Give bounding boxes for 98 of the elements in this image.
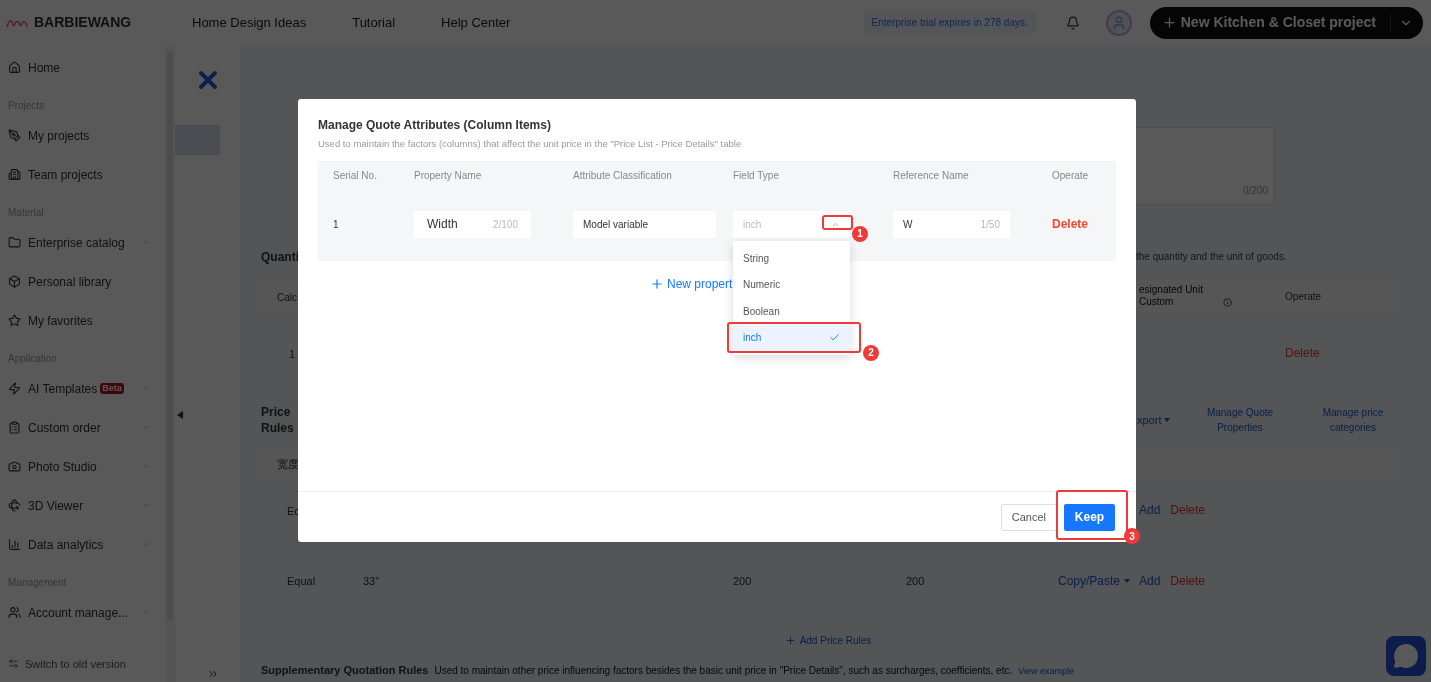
plus-icon <box>1161 15 1177 30</box>
section-description: Used to maintain other price influencing factors besides the basic unit price in "Price Details", such as surcharges, coefficients, etc. <box>434 664 1013 678</box>
sidebar-item[interactable]: AI Templates Beta <box>8 369 151 408</box>
dialog-title: Manage Quote Attributes (Column Items) <box>318 117 552 134</box>
table-cell-text: Equal <box>287 573 317 589</box>
nav-link[interactable]: Home Design Ideas <box>192 12 307 33</box>
dropdown-option[interactable]: Numeric <box>733 271 850 298</box>
swap-arrows-icon <box>8 658 19 670</box>
folder-icon <box>8 236 21 249</box>
table-cell: 1 <box>289 348 296 360</box>
sidebar-item[interactable]: Photo Studio <box>8 447 151 486</box>
step-number-badge: 2 <box>863 344 879 361</box>
sidebar-item[interactable]: Account manage... <box>8 593 151 632</box>
cross-logo-icon <box>197 70 218 90</box>
check-icon <box>829 332 840 343</box>
new-property-link[interactable]: New propert <box>667 274 733 293</box>
manage-quote-properties-link[interactable]: Manage Quote Properties <box>1195 405 1285 435</box>
column-header: Calc <box>277 292 297 303</box>
section-title: Supplementary Quotation Rules <box>261 662 429 678</box>
switch-version-link[interactable]: Switch to old version <box>8 655 151 672</box>
dropdown-option[interactable]: String <box>733 244 850 272</box>
caret-down-icon[interactable] <box>1164 418 1171 422</box>
reference-name-field[interactable]: W 1/50 <box>893 210 1010 238</box>
sidebar-item[interactable]: My projects <box>8 116 151 155</box>
clipboard-icon <box>8 421 21 434</box>
chat-icon[interactable] <box>1386 636 1426 676</box>
sidebar-item[interactable]: Personal library <box>8 262 151 301</box>
view-example-link[interactable]: View example <box>1018 664 1075 678</box>
star-icon <box>8 314 21 327</box>
annotation-box <box>1056 490 1128 540</box>
delete-link[interactable]: Delete <box>1170 501 1206 519</box>
sidebar-item[interactable]: Home <box>8 48 151 87</box>
section-title: Quanti <box>261 250 299 264</box>
column-header: Serial No. <box>333 168 378 183</box>
delete-link[interactable]: Delete <box>1285 344 1320 362</box>
cube-icon <box>8 275 21 288</box>
sidebar-item[interactable]: 3D Viewer <box>8 486 151 525</box>
classification-select[interactable]: Model variable <box>573 210 716 238</box>
trial-notice[interactable]: Enterprise trial expires in 278 days. <box>863 11 1036 34</box>
property-name-field[interactable]: Width 2/100 <box>414 210 531 238</box>
new-project-button[interactable]: New Kitchen & Closet project <box>1149 6 1423 39</box>
bar-chart-icon <box>8 538 21 551</box>
dropdown-option[interactable]: inch <box>733 324 850 351</box>
column-header: Field Type <box>733 168 780 183</box>
notification-bell-icon[interactable] <box>1065 15 1080 30</box>
brand-name: BARBIEWANG <box>34 13 133 32</box>
step-number-badge: 3 <box>1124 528 1140 544</box>
sidebar-item[interactable]: Team projects <box>8 155 151 194</box>
add-price-rules-link[interactable]: Add Price Rules <box>799 632 872 648</box>
field-type-select[interactable]: inch <box>733 210 850 238</box>
dialog-subtitle: Used to maintain the factors (columns) that affect the unit price in the "Price List - Price Details" table <box>318 137 743 151</box>
export-link[interactable]: xport <box>1137 411 1162 429</box>
column-header: Operate <box>1285 289 1322 304</box>
delete-link[interactable]: Delete <box>1052 215 1116 234</box>
add-link[interactable]: Add <box>1139 501 1161 519</box>
delete-link[interactable]: Delete <box>1170 572 1206 590</box>
users-icon <box>8 606 21 619</box>
table-cell-text: 33" <box>363 573 381 589</box>
copy-paste-link[interactable]: Copy/Paste <box>1058 572 1121 590</box>
collapse-arrow-icon[interactable] <box>177 411 183 419</box>
step-number-badge: 1 <box>852 225 868 242</box>
chevron-down-icon[interactable] <box>1390 13 1413 32</box>
avatar-icon[interactable] <box>1105 9 1132 36</box>
lightning-icon <box>8 382 21 395</box>
column-header: 宽度 <box>277 456 299 472</box>
column-header: Operate <box>1052 168 1090 183</box>
beta-badge: Beta <box>100 383 124 394</box>
table-cell-text: 1 <box>333 217 340 232</box>
camera-icon <box>8 460 21 473</box>
nav-link[interactable]: Help Center <box>441 12 511 33</box>
rotate-icon <box>8 499 21 512</box>
pen-icon <box>8 129 21 142</box>
plus-icon <box>784 634 796 646</box>
add-link[interactable]: Add <box>1139 572 1161 590</box>
cancel-button[interactable]: Cancel <box>1000 503 1057 531</box>
column-header: Reference Name <box>893 168 970 183</box>
section-title: Price Rules <box>261 404 295 436</box>
nav-link[interactable]: Tutorial <box>352 12 396 33</box>
table-cell-text: 200 <box>733 573 753 589</box>
manage-price-categories-link[interactable]: Manage price categories <box>1312 405 1394 435</box>
annotation-box <box>822 214 853 230</box>
column-header: Property Name <box>414 168 483 183</box>
section-note: the quantity and the unit of goods. <box>1136 249 1287 264</box>
table-cell-text: 200 <box>906 573 926 589</box>
info-icon <box>1223 298 1232 307</box>
keep-button[interactable]: Keep <box>1064 503 1115 531</box>
sidebar-item[interactable]: Custom order <box>8 408 151 447</box>
sidebar-item[interactable]: Data analytics <box>8 525 151 564</box>
column-header: esignated Unit Custom <box>1139 284 1204 308</box>
column-header: Attribute Classification <box>573 168 673 183</box>
dropdown-option[interactable]: Boolean <box>733 297 850 325</box>
caret-down-icon[interactable] <box>1124 579 1131 583</box>
building-icon <box>8 168 21 181</box>
plus-icon <box>650 276 664 291</box>
home-icon <box>8 61 21 74</box>
sidebar-item[interactable]: Enterprise catalog <box>8 223 151 262</box>
sidebar-item[interactable]: My favorites <box>8 301 151 340</box>
expand-icon[interactable] <box>206 668 219 680</box>
